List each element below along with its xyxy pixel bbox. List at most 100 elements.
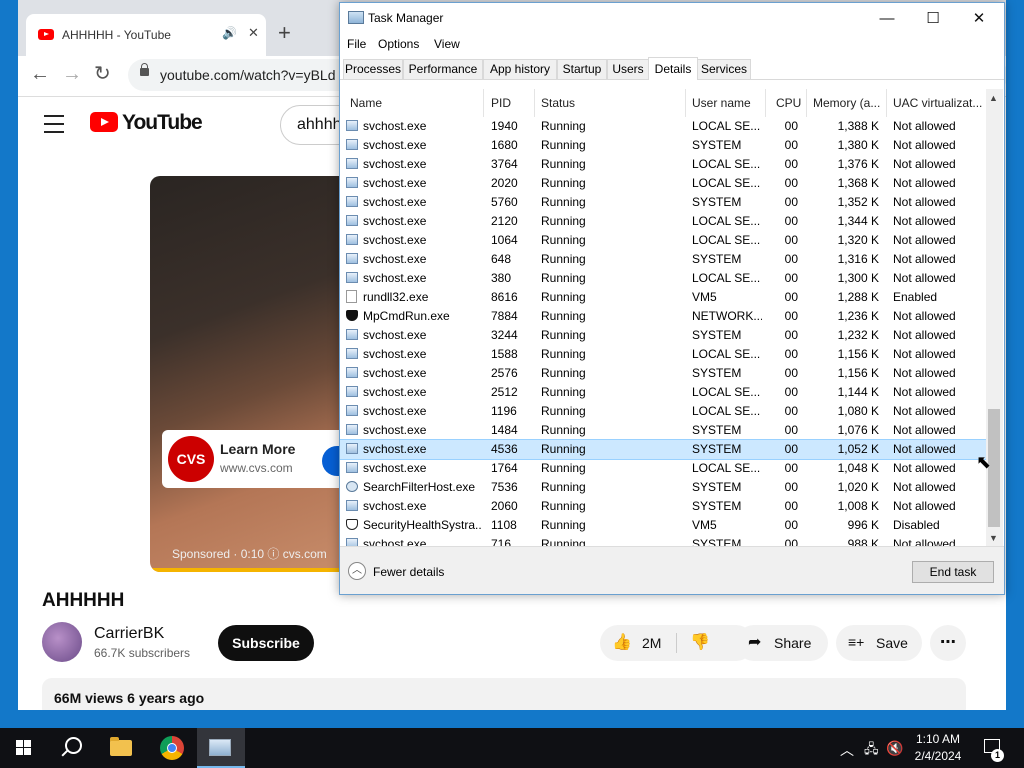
close-icon[interactable]: ✕ — [956, 7, 1002, 31]
hamburger-menu-icon[interactable] — [44, 115, 64, 133]
video-player[interactable] — [150, 176, 350, 572]
video-progress-bar[interactable] — [150, 568, 350, 572]
tab-details[interactable]: Details — [648, 57, 698, 80]
table-row[interactable]: svchost.exe 2512 Running LOCAL SE... 00 1,144… — [340, 383, 986, 402]
maximize-icon[interactable]: ☐ — [910, 7, 956, 31]
forward-arrow-icon[interactable]: → — [62, 64, 82, 84]
table-row[interactable]: svchost.exe 2060 Running SYSTEM 00 1,008 K Not… — [340, 497, 986, 516]
share-button[interactable]: ➦ Share — [736, 625, 828, 661]
start-button[interactable] — [0, 728, 48, 768]
fewer-details-link[interactable]: Fewer details — [373, 565, 444, 579]
subscribe-button[interactable]: Subscribe — [218, 625, 314, 661]
cell-cpu: 00 — [784, 157, 798, 171]
title-bar[interactable]: Task Manager — ☐ ✕ — [340, 3, 1004, 33]
table-row[interactable]: svchost.exe 1764 Running LOCAL SE... 00 1,048… — [340, 459, 986, 478]
table-row[interactable]: SearchFilterHost.exe 7536 Running SYSTEM 00 1… — [340, 478, 986, 497]
table-row-selected[interactable]: svchost.exe 4536 Running SYSTEM 00 1,052 K Not… — [340, 439, 986, 460]
scroll-up-icon[interactable]: ▲ — [989, 93, 998, 103]
service-host-icon — [346, 139, 358, 150]
youtube-wordmark[interactable]: YouTube — [122, 111, 203, 135]
cell-memory: 1,376 K — [837, 157, 879, 171]
channel-avatar[interactable] — [42, 622, 82, 662]
channel-name[interactable]: CarrierBK — [94, 625, 164, 643]
windows-logo-icon — [16, 740, 32, 756]
lock-icon[interactable] — [140, 63, 149, 76]
new-tab-button[interactable]: + — [278, 22, 291, 44]
table-row[interactable]: svchost.exe 716 Running SYSTEM 00 988 K Not al… — [340, 535, 986, 546]
ad-title[interactable]: Learn More — [220, 441, 295, 457]
cell-name: SearchFilterHost.exe — [363, 480, 476, 494]
clock-date[interactable]: 2/4/2024 — [906, 749, 970, 763]
chevron-up-icon[interactable]: ︿ — [348, 562, 366, 580]
column-header-memory[interactable]: Memory (a... — [807, 89, 887, 117]
like-count[interactable]: 2M — [642, 635, 661, 651]
table-row[interactable]: svchost.exe 5760 Running SYSTEM 00 1,352 K Not… — [340, 193, 986, 212]
table-row[interactable]: svchost.exe 1064 Running LOCAL SE... 00 1,320… — [340, 231, 986, 250]
url-text[interactable]: youtube.com/watch?v=yBLd — [160, 67, 336, 83]
cell-memory: 1,368 K — [837, 176, 879, 190]
taskbar-search-button[interactable] — [48, 728, 96, 768]
cell-cpu: 00 — [784, 537, 798, 546]
table-row[interactable]: svchost.exe 2120 Running LOCAL SE... 00 1,344… — [340, 212, 986, 231]
cell-user: LOCAL SE... — [692, 461, 761, 475]
tab-processes[interactable]: Processes — [343, 59, 403, 79]
reload-icon[interactable]: ↻ — [94, 64, 111, 84]
menu-options[interactable]: Options — [378, 37, 419, 51]
table-row[interactable]: svchost.exe 3764 Running LOCAL SE... 00 1,376… — [340, 155, 986, 174]
table-row[interactable]: svchost.exe 2020 Running LOCAL SE... 00 1,368… — [340, 174, 986, 193]
menu-file[interactable]: File — [347, 37, 366, 51]
column-header-cpu[interactable]: CPU — [766, 89, 807, 117]
tab-users[interactable]: Users — [607, 59, 649, 79]
column-header-pid[interactable]: PID — [484, 89, 535, 117]
volume-muted-icon[interactable]: 🔇 — [886, 740, 903, 757]
service-host-icon — [346, 234, 358, 245]
table-row[interactable]: svchost.exe 2576 Running SYSTEM 00 1,156 K Not… — [340, 364, 986, 383]
cell-user: LOCAL SE... — [692, 157, 761, 171]
ad-overlay-card[interactable]: CVS Learn More www.cvs.com — [162, 430, 352, 488]
network-icon[interactable]: 🖧 — [864, 740, 879, 762]
taskbar-file-explorer[interactable] — [98, 728, 146, 768]
tab-startup[interactable]: Startup — [557, 59, 607, 79]
column-header-status[interactable]: Status — [535, 89, 686, 117]
table-row[interactable]: svchost.exe 380 Running LOCAL SE... 00 1,300 … — [340, 269, 986, 288]
table-row[interactable]: svchost.exe 1940 Running LOCAL SE... 00 1,388… — [340, 117, 986, 136]
search-icon — [346, 481, 358, 492]
minimize-icon[interactable]: — — [864, 7, 910, 31]
column-header-name[interactable]: Name — [340, 89, 484, 117]
back-arrow-icon[interactable]: ← — [30, 64, 50, 84]
table-row[interactable]: svchost.exe 1196 Running LOCAL SE... 00 1,080… — [340, 402, 986, 421]
taskbar-task-manager[interactable] — [197, 728, 245, 768]
scroll-down-icon[interactable]: ▼ — [989, 533, 998, 543]
cell-pid: 1064 — [491, 233, 518, 247]
table-row[interactable]: svchost.exe 3244 Running SYSTEM 00 1,232 K Not… — [340, 326, 986, 345]
cell-memory: 1,236 K — [837, 309, 879, 323]
close-tab-icon[interactable]: ✕ — [248, 25, 259, 41]
table-row[interactable]: MpCmdRun.exe 7884 Running NETWORK... 00 1,236… — [340, 307, 986, 326]
vertical-scrollbar[interactable]: ▲ ▼ — [986, 89, 1003, 546]
speaker-icon[interactable]: 🔊 — [222, 26, 237, 40]
description-box[interactable]: 66M views 6 years ago — [42, 678, 966, 710]
table-row[interactable]: svchost.exe 648 Running SYSTEM 00 1,316 K Not … — [340, 250, 986, 269]
tab-performance[interactable]: Performance — [403, 59, 483, 79]
save-button[interactable]: ≡+ Save — [836, 625, 922, 661]
menu-view[interactable]: View — [434, 37, 460, 51]
table-row[interactable]: rundll32.exe 8616 Running VM5 00 1,288 K Enabl… — [340, 288, 986, 307]
taskbar-chrome[interactable] — [148, 728, 196, 768]
column-header-user[interactable]: User name — [686, 89, 766, 117]
thumbs-up-icon[interactable]: 👍 — [612, 632, 632, 652]
clock-time[interactable]: 1:10 AM — [906, 732, 970, 746]
thumbs-down-icon[interactable]: 👎 — [690, 632, 710, 652]
tab-app-history[interactable]: App history — [483, 59, 557, 79]
table-row[interactable]: svchost.exe 1680 Running SYSTEM 00 1,380 K Not… — [340, 136, 986, 155]
youtube-logo-icon[interactable] — [90, 112, 118, 132]
more-actions-button[interactable]: ⋯ — [930, 625, 966, 661]
search-query[interactable]: ahhhh — [297, 116, 342, 134]
tab-services[interactable]: Services — [697, 59, 751, 79]
table-row[interactable]: svchost.exe 1484 Running SYSTEM 00 1,076 K Not… — [340, 421, 986, 440]
end-task-button[interactable]: End task — [912, 561, 994, 583]
table-row[interactable]: svchost.exe 1588 Running LOCAL SE... 00 1,156… — [340, 345, 986, 364]
chevron-up-icon[interactable]: ︿ — [840, 740, 854, 760]
column-header-uac[interactable]: UAC virtualizat... — [887, 89, 986, 117]
table-row[interactable]: SecurityHealthSystra... 1108 Running VM5 00 9… — [340, 516, 986, 535]
browser-tab-youtube[interactable]: AHHHHH - YouTube 🔊 ✕ — [26, 14, 266, 56]
